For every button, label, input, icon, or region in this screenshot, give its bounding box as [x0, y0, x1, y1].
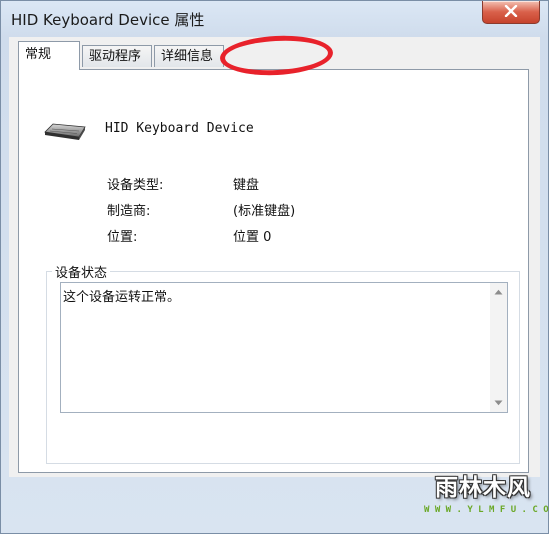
- scroll-down-arrow-icon[interactable]: [494, 400, 503, 406]
- tab-details[interactable]: 详细信息: [154, 45, 224, 67]
- tab-general[interactable]: 常规: [18, 41, 80, 70]
- title-bar[interactable]: HID Keyboard Device 属性: [1, 1, 548, 37]
- window-title: HID Keyboard Device 属性: [11, 11, 205, 29]
- properties-window: HID Keyboard Device 属性 常规 驱动程序 详细信息 HID …: [0, 0, 549, 534]
- manufacturer-value: (标准键盘): [233, 204, 296, 219]
- status-scrollbar[interactable]: [490, 283, 507, 412]
- close-button[interactable]: [482, 1, 540, 24]
- scroll-up-arrow-icon[interactable]: [494, 289, 503, 295]
- manufacturer-label: 制造商:: [107, 204, 151, 219]
- device-type-value: 键盘: [233, 178, 260, 193]
- close-icon: [504, 5, 518, 17]
- location-label: 位置:: [107, 230, 138, 245]
- general-tab-panel: HID Keyboard Device 设备类型: 键盘 制造商: (标准键盘)…: [18, 69, 529, 473]
- device-status-textbox[interactable]: 这个设备运转正常。: [60, 282, 508, 413]
- tab-driver[interactable]: 驱动程序: [82, 45, 152, 67]
- watermark-brand: 雨林木风: [435, 475, 531, 501]
- dialog-body: 常规 驱动程序 详细信息 HID Keyboard Device 设备类型: 键…: [9, 37, 540, 477]
- tab-general-label: 常规: [25, 47, 52, 62]
- watermark-logo: 雨林木风 W W W . Y L M F U . C O M: [424, 473, 549, 529]
- device-name: HID Keyboard Device: [105, 121, 254, 136]
- tab-driver-label: 驱动程序: [89, 49, 142, 64]
- watermark-url: W W W . Y L M F U . C O M: [424, 505, 549, 515]
- keyboard-icon: [44, 123, 86, 140]
- device-status-title: 设备状态: [52, 262, 111, 281]
- tab-details-label: 详细信息: [161, 49, 214, 64]
- device-type-label: 设备类型:: [107, 178, 164, 193]
- device-status-text: 这个设备运转正常。: [63, 290, 181, 305]
- location-value: 位置 0: [233, 230, 272, 245]
